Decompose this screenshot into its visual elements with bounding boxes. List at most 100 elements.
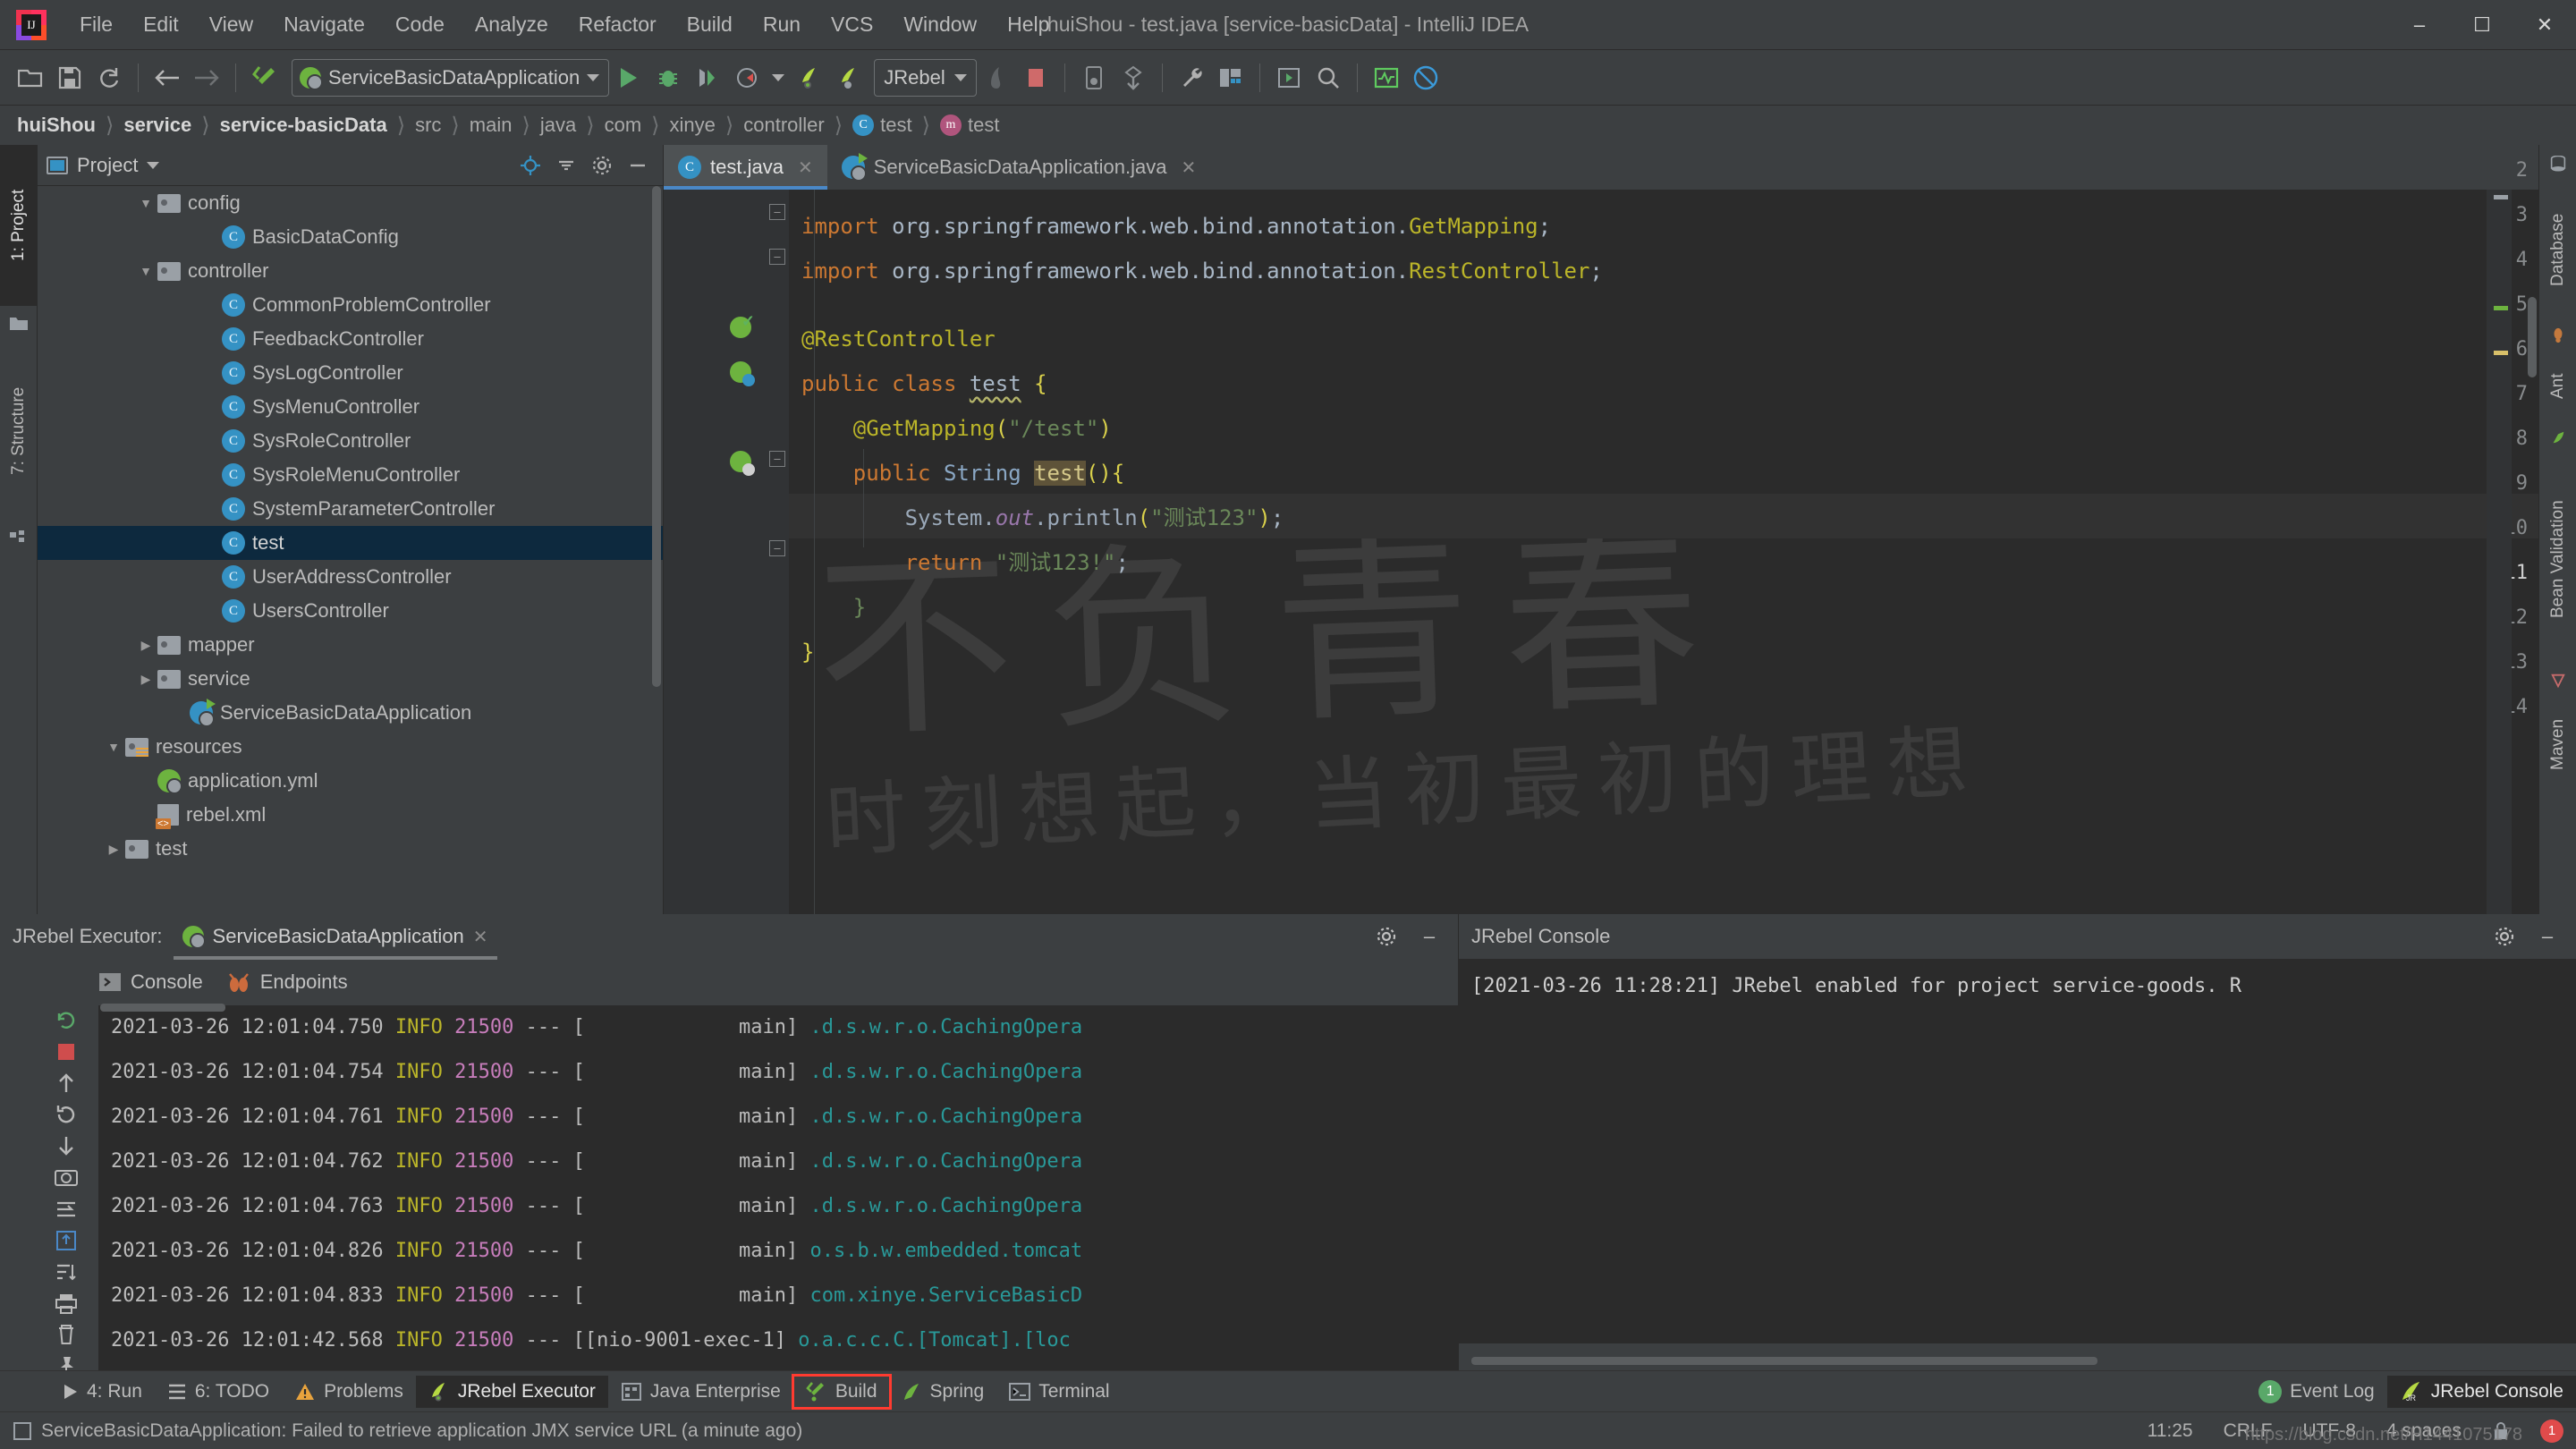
console-output[interactable]: 2021-03-26 12:01:04.750 INFO 21500 --- [… <box>98 1005 1458 1379</box>
jrebel-debug-icon[interactable] <box>829 58 869 97</box>
tool-window-build[interactable]: Build <box>793 1376 890 1408</box>
camera-icon[interactable] <box>47 1165 86 1191</box>
tree-item-servicebasicdataapplication[interactable]: ServiceBasicDataApplication <box>38 696 663 730</box>
stop-square-icon[interactable] <box>47 1038 86 1064</box>
tree-item-mapper[interactable]: mapper <box>38 628 663 662</box>
tool-window-terminal[interactable]: Terminal <box>996 1376 1122 1408</box>
close-icon[interactable]: ✕ <box>1181 157 1196 179</box>
jrebel-console-output[interactable]: [2021-03-26 11:28:21] JRebel enabled for… <box>1459 959 2576 1343</box>
editor-vertical-scrollbar[interactable] <box>2528 297 2537 377</box>
status-message[interactable]: ServiceBasicDataApplication: Failed to r… <box>41 1420 802 1442</box>
tool-window-jrebel-executor[interactable]: JRebel Executor <box>416 1376 608 1408</box>
maximize-button[interactable]: ☐ <box>2451 0 2513 50</box>
profile-dropdown-icon[interactable] <box>767 58 790 97</box>
tree-item-sysrolemenucontroller[interactable]: CSysRoleMenuController <box>38 458 663 492</box>
back-arrow-icon[interactable] <box>148 58 187 97</box>
tool-window-java-enterprise[interactable]: Java Enterprise <box>608 1376 793 1408</box>
tool-window-problems[interactable]: Problems <box>282 1376 416 1408</box>
tree-arrow-right-icon[interactable] <box>134 638 157 653</box>
menu-vcs[interactable]: VCS <box>816 9 888 40</box>
code-text[interactable]: import org.springframework.web.bind.anno… <box>789 190 2538 914</box>
jrebel-run-icon[interactable] <box>790 58 829 97</box>
menu-file[interactable]: File <box>64 9 128 40</box>
tree-item-service[interactable]: service <box>38 662 663 696</box>
breadcrumb-item-10[interactable]: mtest <box>936 112 1004 139</box>
breadcrumb-item-2[interactable]: service-basicData <box>216 112 392 139</box>
disable-icon[interactable] <box>1406 58 1445 97</box>
locate-icon[interactable] <box>514 149 547 182</box>
tree-item-feedbackcontroller[interactable]: CFeedbackController <box>38 322 663 356</box>
sync-icon[interactable] <box>89 58 129 97</box>
run-with-coverage-icon[interactable] <box>688 58 727 97</box>
fold-marker-import[interactable]: – <box>769 204 785 220</box>
tree-item-test[interactable]: Ctest <box>38 526 663 560</box>
search-icon[interactable] <box>1309 58 1348 97</box>
breadcrumb-item-6[interactable]: com <box>600 112 647 139</box>
profile-icon[interactable] <box>727 58 767 97</box>
jrebel-monitor-icon[interactable] <box>1367 58 1406 97</box>
settings-wrench-icon[interactable] <box>1172 58 1211 97</box>
spring-web-gutter-icon[interactable] <box>730 451 753 474</box>
menu-navigate[interactable]: Navigate <box>268 9 380 40</box>
notification-badge[interactable]: 1 <box>2540 1419 2563 1443</box>
tree-arrow-down-icon[interactable] <box>102 740 125 754</box>
export-icon[interactable] <box>47 1227 86 1253</box>
tool-window-run[interactable]: 4: Run <box>50 1376 155 1408</box>
tree-item-useraddresscontroller[interactable]: CUserAddressController <box>38 560 663 594</box>
tool-window-jrebel-console[interactable]: JR JRebel Console <box>2387 1376 2576 1408</box>
tree-item-syslogcontroller[interactable]: CSysLogController <box>38 356 663 390</box>
close-icon[interactable]: ✕ <box>473 926 488 948</box>
forward-arrow-icon[interactable] <box>187 58 226 97</box>
tree-item-systemparametercontroller[interactable]: CSystemParameterController <box>38 492 663 526</box>
editor-gutter[interactable] <box>664 190 762 914</box>
menu-code[interactable]: Code <box>380 9 460 40</box>
hide-icon[interactable] <box>622 149 654 182</box>
minimize-icon[interactable]: – <box>1413 920 1445 953</box>
update-resources-icon[interactable] <box>1114 58 1153 97</box>
tree-item-userscontroller[interactable]: CUsersController <box>38 594 663 628</box>
tree-item-sysmenucontroller[interactable]: CSysMenuController <box>38 390 663 424</box>
breadcrumb-item-3[interactable]: src <box>411 112 445 139</box>
tree-item-rebel-xml[interactable]: rebel.xml <box>38 798 663 832</box>
build-hammer-icon[interactable] <box>245 58 284 97</box>
minimize-button[interactable]: – <box>2388 0 2451 50</box>
project-structure-icon[interactable] <box>1211 58 1250 97</box>
menu-refactor[interactable]: Refactor <box>564 9 672 40</box>
breadcrumb-item-8[interactable]: controller <box>739 112 828 139</box>
attach-icon[interactable] <box>977 58 1016 97</box>
tab-endpoints[interactable]: Endpoints <box>226 970 348 994</box>
breadcrumb-item-9[interactable]: Ctest <box>848 112 916 139</box>
tree-item-application-yml[interactable]: application.yml <box>38 764 663 798</box>
close-button[interactable]: ✕ <box>2513 0 2576 50</box>
tree-item-config[interactable]: config <box>38 186 663 220</box>
run-icon[interactable] <box>609 58 648 97</box>
sidebar-item-bean-validation[interactable]: Bean Validation <box>2539 456 2576 662</box>
chevron-down-icon-project[interactable] <box>147 162 159 169</box>
tree-item-test[interactable]: test <box>38 832 663 866</box>
restart-icon[interactable] <box>47 1102 86 1128</box>
menu-build[interactable]: Build <box>672 9 748 40</box>
tab-console[interactable]: Console <box>98 970 203 994</box>
project-tree-scrollbar[interactable] <box>652 186 661 687</box>
collapse-all-icon[interactable] <box>550 149 582 182</box>
trash-icon[interactable] <box>47 1322 86 1348</box>
fold-marker-method[interactable]: – <box>769 451 785 467</box>
console-horizontal-scrollbar[interactable] <box>100 1004 225 1012</box>
menu-view[interactable]: View <box>194 9 268 40</box>
tool-window-spring[interactable]: Spring <box>890 1376 997 1408</box>
debug-icon[interactable] <box>648 58 688 97</box>
project-tree[interactable]: configCBasicDataConfigcontrollerCCommonP… <box>38 186 663 912</box>
spring-class-gutter-icon[interactable] <box>730 361 753 385</box>
jrebel-selector[interactable]: JRebel <box>874 59 976 97</box>
gear-icon[interactable] <box>2488 920 2521 953</box>
tab-servicebasicdataapplication-java[interactable]: ServiceBasicDataApplication.java ✕ <box>827 145 1211 190</box>
rerun-icon[interactable] <box>47 1007 86 1033</box>
editor-error-stripe[interactable] <box>2487 190 2512 914</box>
gear-icon[interactable] <box>1370 920 1402 953</box>
tree-item-basicdataconfig[interactable]: CBasicDataConfig <box>38 220 663 254</box>
menu-run[interactable]: Run <box>748 9 816 40</box>
minimize-icon[interactable]: – <box>2531 920 2563 953</box>
save-icon[interactable] <box>50 58 89 97</box>
tree-item-resources[interactable]: resources <box>38 730 663 764</box>
tree-arrow-down-icon[interactable] <box>134 196 157 210</box>
